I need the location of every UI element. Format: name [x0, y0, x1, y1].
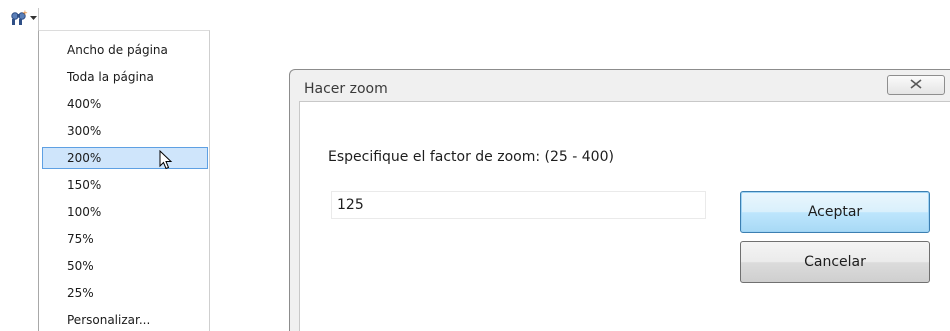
menu-item-ancho-de-pagina[interactable]: Ancho de página	[42, 39, 208, 61]
menu-item-400[interactable]: 400%	[42, 93, 208, 115]
menu-item-150[interactable]: 150%	[42, 174, 208, 196]
dialog-client-area: Especifique el factor de zoom: (25 - 400…	[299, 101, 950, 331]
accept-button[interactable]: Aceptar	[740, 191, 930, 233]
dialog-title: Hacer zoom	[304, 81, 388, 97]
menu-item-25[interactable]: 25%	[42, 282, 208, 304]
menu-item-75[interactable]: 75%	[42, 228, 208, 250]
zoom-icon: +	[10, 10, 28, 26]
cancel-button[interactable]: Cancelar	[740, 241, 930, 283]
mouse-pointer-icon	[159, 149, 173, 176]
zoom-factor-label: Especifique el factor de zoom: (25 - 400…	[328, 149, 614, 165]
zoom-factor-input[interactable]	[331, 191, 706, 219]
zoom-split-button[interactable]: +	[10, 8, 37, 28]
zoom-dialog: Hacer zoom Especifique el factor de zoom…	[289, 69, 950, 331]
menu-item-100[interactable]: 100%	[42, 201, 208, 223]
menu-item-300[interactable]: 300%	[42, 120, 208, 142]
svg-text:+: +	[22, 10, 28, 17]
menu-item-200-label: 200%	[67, 151, 102, 165]
close-button[interactable]	[887, 75, 945, 95]
split-divider	[38, 8, 39, 30]
chevron-down-icon[interactable]	[30, 15, 37, 21]
menu-item-200[interactable]: 200%	[42, 147, 208, 170]
menu-item-50[interactable]: 50%	[42, 255, 208, 277]
menu-item-personalizar[interactable]: Personalizar...	[42, 309, 208, 331]
close-icon	[910, 78, 922, 92]
menu-item-toda-la-pagina[interactable]: Toda la página	[42, 66, 208, 88]
zoom-menu: Ancho de página Toda la página 400% 300%…	[38, 30, 210, 331]
